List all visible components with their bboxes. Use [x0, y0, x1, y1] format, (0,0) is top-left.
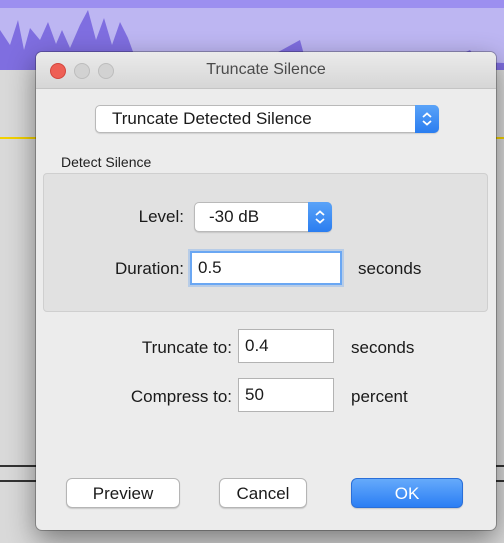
truncate-to-label: Truncate to: [141, 338, 232, 357]
compress-to-label: Compress to: [130, 387, 232, 406]
updown-chevron-icon [308, 202, 332, 232]
compress-to-unit-label: percent [351, 387, 408, 406]
detect-silence-label: Detect Silence [61, 154, 152, 170]
ok-button[interactable]: OK [351, 478, 463, 508]
truncate-to-unit-label: seconds [351, 338, 415, 357]
mode-select[interactable]: Truncate Detected Silence [95, 105, 439, 133]
cancel-button[interactable]: Cancel [219, 478, 307, 508]
dialog-title: Truncate Silence [206, 61, 326, 78]
title-bar: Truncate Silence [36, 52, 496, 89]
level-select-value: -30 dB [209, 207, 260, 226]
compress-to-input[interactable] [238, 378, 334, 412]
detect-silence-group [43, 173, 488, 312]
updown-chevron-icon [415, 105, 439, 133]
duration-unit-label: seconds [358, 259, 422, 278]
mode-select-value: Truncate Detected Silence [112, 109, 312, 128]
truncate-to-input[interactable] [238, 329, 334, 363]
level-select[interactable]: -30 dB [194, 202, 332, 232]
duration-label: Duration: [115, 259, 184, 278]
level-label: Level: [138, 207, 184, 226]
duration-input[interactable] [190, 251, 342, 285]
preview-button[interactable]: Preview [66, 478, 180, 508]
truncate-silence-dialog: Truncate Silence Truncate Detected Silen… [36, 52, 496, 530]
